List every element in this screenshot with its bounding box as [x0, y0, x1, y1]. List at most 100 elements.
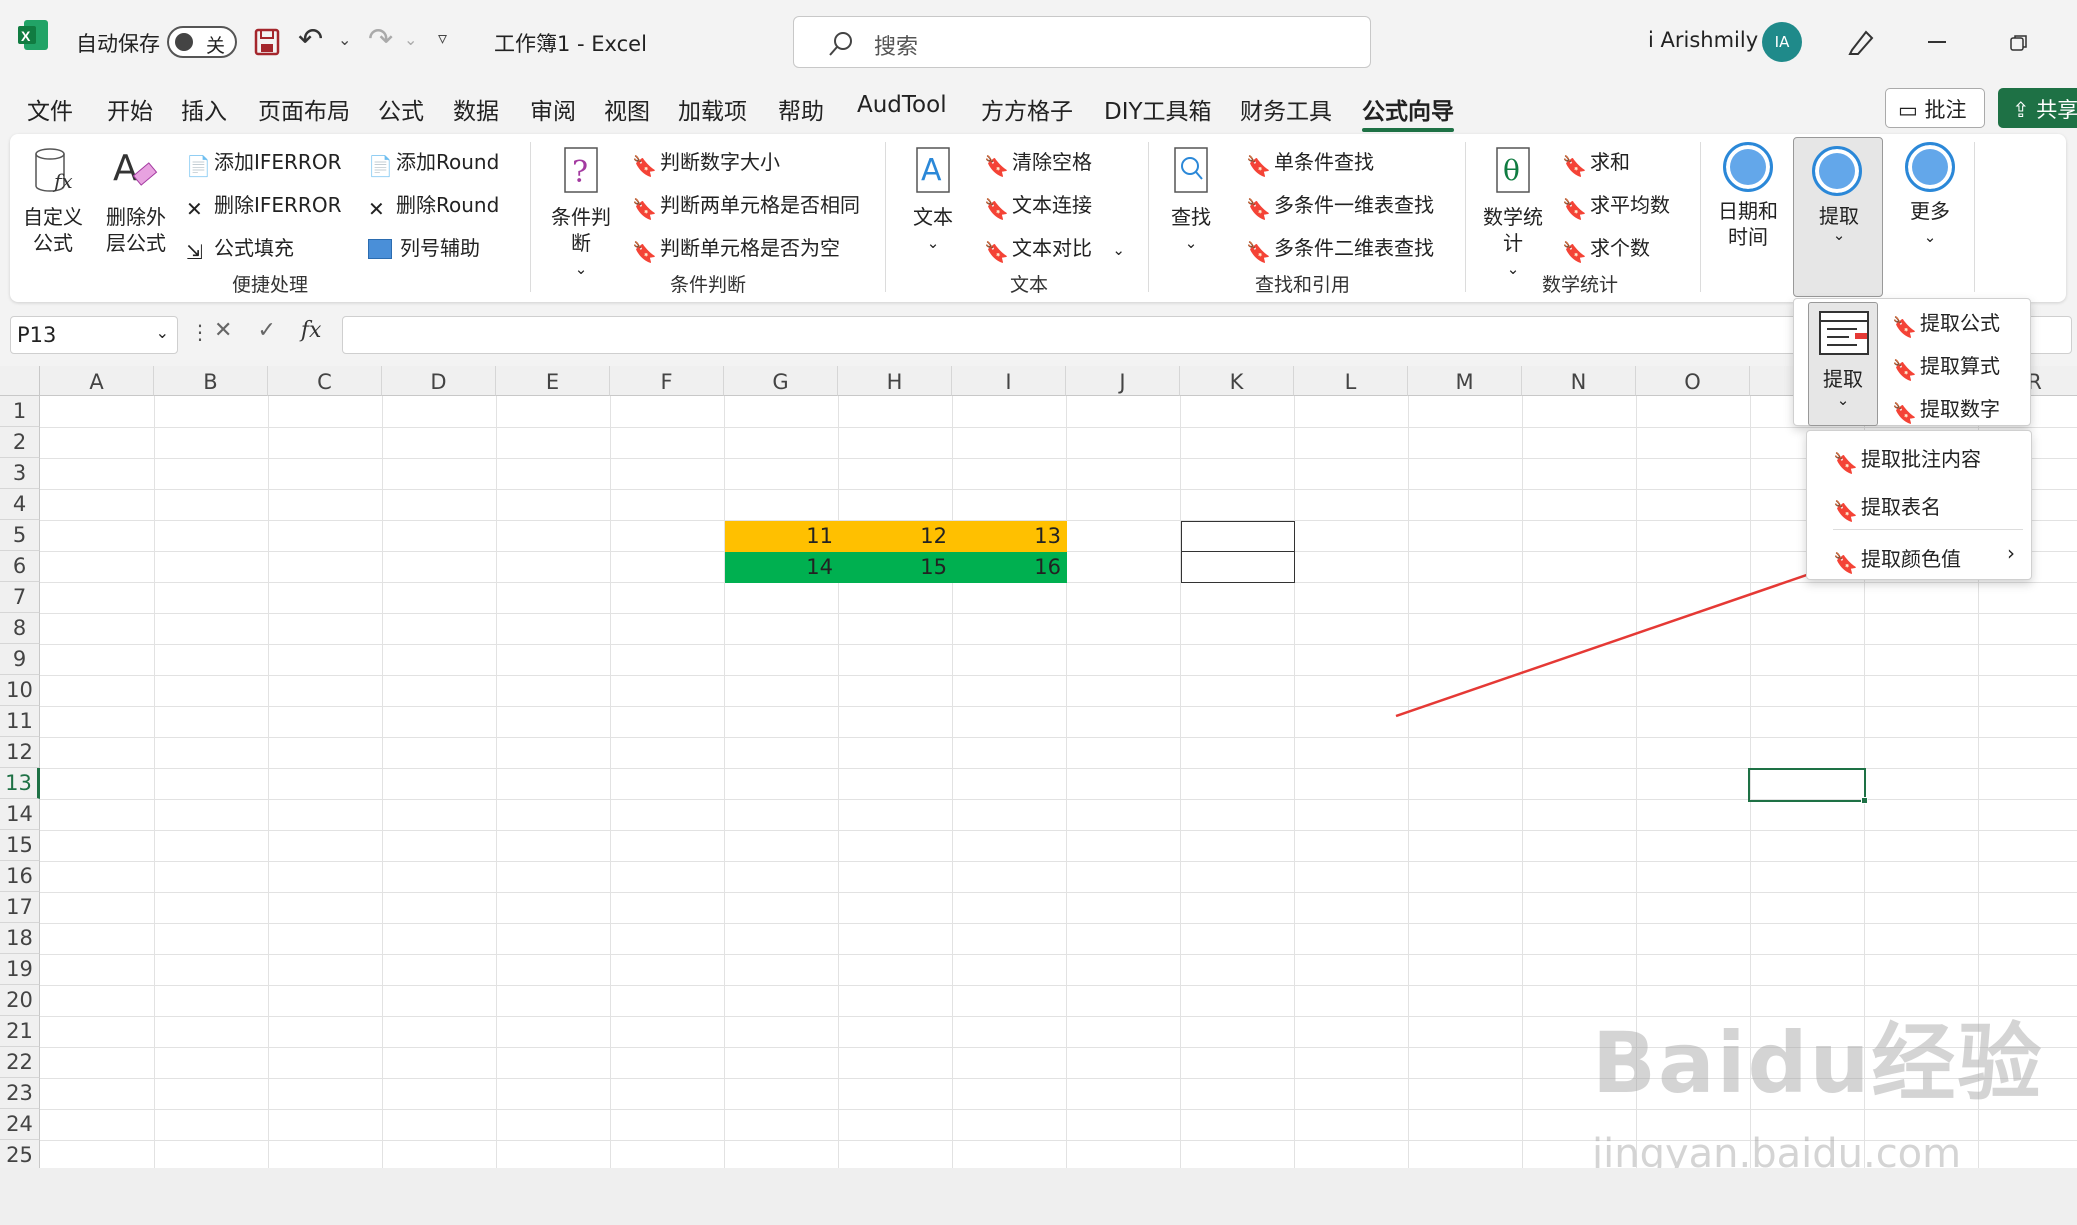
row-header[interactable]: 11	[0, 706, 40, 737]
confirm-icon[interactable]: ✓	[257, 318, 275, 343]
remove-iferror-button[interactable]: ✕ 删除IFERROR	[186, 189, 341, 221]
remove-round-button[interactable]: ✕ 删除Round	[368, 189, 499, 221]
column-header[interactable]: K	[1180, 366, 1294, 396]
tab-view[interactable]: 视图	[604, 92, 650, 126]
save-icon[interactable]	[254, 28, 280, 56]
clear-space-button[interactable]: 🔖 清除空格	[984, 146, 1092, 178]
restore-icon[interactable]	[2010, 34, 2028, 52]
multi-two-lookup-button[interactable]: 🔖 多条件二维表查找	[1246, 232, 1434, 264]
column-header[interactable]: J	[1066, 366, 1180, 396]
column-header[interactable]: C	[268, 366, 382, 396]
custom-formula-button[interactable]: fx 自定义公式	[23, 146, 83, 256]
column-header[interactable]: E	[496, 366, 610, 396]
undo-icon[interactable]: ↶	[298, 22, 323, 57]
avatar[interactable]: IA	[1762, 22, 1802, 62]
column-header[interactable]: O	[1636, 366, 1750, 396]
cell-G5[interactable]: 11	[725, 524, 839, 548]
condition-button[interactable]: ? 条件判断 ⌄	[548, 146, 614, 282]
row-header[interactable]: 23	[0, 1078, 40, 1109]
worksheet-grid[interactable]: ABCDEFGHIJKLMNOPQR 123456789101112131415…	[0, 366, 2077, 1168]
undo-dropdown-icon[interactable]: ⌄	[338, 30, 351, 49]
column-helper-button[interactable]: 列号辅助	[368, 232, 480, 261]
share-button[interactable]: ⇪ 共享	[1998, 88, 2077, 128]
column-header[interactable]: N	[1522, 366, 1636, 396]
autosave-toggle[interactable]: 关	[167, 26, 237, 58]
judge-empty-button[interactable]: 🔖 判断单元格是否为空	[632, 232, 840, 264]
datetime-button[interactable]: 日期和时间	[1712, 142, 1784, 250]
text-compare-button[interactable]: 🔖 文本对比 ⌄	[984, 232, 1125, 264]
cell-H6[interactable]: 15	[839, 555, 953, 579]
insert-function-icon[interactable]: fx	[301, 318, 322, 343]
select-all-corner[interactable]	[0, 366, 40, 396]
name-box[interactable]: P13 ⌄	[10, 316, 178, 354]
chevron-right-icon[interactable]: ›	[2007, 541, 2015, 565]
extract-number-item[interactable]: 🔖 提取数字	[1892, 393, 2000, 425]
row-header[interactable]: 24	[0, 1109, 40, 1140]
multi-one-lookup-button[interactable]: 🔖 多条件一维表查找	[1246, 189, 1434, 221]
redo-icon[interactable]: ↷	[368, 22, 393, 57]
row-header[interactable]: 1	[0, 396, 40, 427]
tab-file[interactable]: 文件	[27, 92, 73, 126]
cancel-icon[interactable]: ✕	[214, 318, 232, 343]
math-stats-button[interactable]: θ 数学统计 ⌄	[1480, 146, 1546, 282]
row-header[interactable]: 20	[0, 985, 40, 1016]
column-header[interactable]: G	[724, 366, 838, 396]
row-header[interactable]: 9	[0, 644, 40, 675]
row-header[interactable]: 4	[0, 489, 40, 520]
cell-K6[interactable]	[1181, 552, 1295, 583]
extract-ribbon-button[interactable]: 提取 ⌄	[1793, 137, 1883, 297]
cell-I6[interactable]: 16	[953, 555, 1067, 579]
cell-H5[interactable]: 12	[839, 524, 953, 548]
lookup-button[interactable]: 查找 ⌄	[1166, 146, 1216, 256]
text-button[interactable]: A 文本 ⌄	[908, 146, 958, 256]
row-header[interactable]: 5	[0, 520, 40, 551]
search-box[interactable]: 搜索	[793, 16, 1371, 68]
selected-cell[interactable]	[1748, 768, 1866, 802]
row-header[interactable]: 19	[0, 954, 40, 985]
column-header[interactable]: I	[952, 366, 1066, 396]
row-header[interactable]: 22	[0, 1047, 40, 1078]
minimize-icon[interactable]	[1928, 41, 1946, 43]
extract-comment-item[interactable]: 🔖 提取批注内容	[1833, 443, 1981, 475]
add-iferror-button[interactable]: 📄 添加IFERROR	[186, 146, 341, 178]
row-header[interactable]: 15	[0, 830, 40, 861]
row-header[interactable]: 13	[0, 768, 40, 799]
row-header[interactable]: 12	[0, 737, 40, 768]
tab-addins[interactable]: 加载项	[678, 92, 747, 126]
column-header[interactable]: L	[1294, 366, 1408, 396]
more-options-icon[interactable]: ⋮	[190, 320, 210, 344]
tab-insert[interactable]: 插入	[181, 92, 227, 126]
count-button[interactable]: 🔖 求个数	[1562, 232, 1650, 264]
extract-formula-item[interactable]: 🔖 提取公式	[1892, 307, 2000, 339]
comment-button[interactable]: ▭ 批注	[1885, 88, 1985, 128]
extract-submenu-button[interactable]: 提取 ⌄	[1808, 302, 1878, 426]
more-button[interactable]: 更多 ⌄	[1900, 142, 1960, 250]
delete-outer-formula-button[interactable]: A 删除外层公式	[106, 146, 166, 256]
tab-finance[interactable]: 财务工具	[1240, 92, 1332, 126]
tab-fangfang[interactable]: 方方格子	[981, 92, 1073, 126]
fill-handle[interactable]	[1861, 797, 1868, 804]
extract-color-item[interactable]: 🔖 提取颜色值	[1833, 543, 1961, 575]
row-header[interactable]: 10	[0, 675, 40, 706]
cell-G6[interactable]: 14	[725, 555, 839, 579]
chevron-down-icon[interactable]: ⌄	[156, 323, 169, 342]
column-header[interactable]: F	[610, 366, 724, 396]
row-header[interactable]: 2	[0, 427, 40, 458]
judge-two-same-button[interactable]: 🔖 判断两单元格是否相同	[632, 189, 860, 221]
row-header[interactable]: 7	[0, 582, 40, 613]
chevron-down-icon[interactable]: ⌄	[1112, 241, 1125, 259]
pen-icon[interactable]	[1846, 26, 1876, 56]
column-header[interactable]: H	[838, 366, 952, 396]
row-header[interactable]: 18	[0, 923, 40, 954]
extract-sheet-name-item[interactable]: 🔖 提取表名	[1833, 491, 1941, 523]
row-header[interactable]: 8	[0, 613, 40, 644]
user-name[interactable]: i Arishmily	[1648, 28, 1758, 52]
customize-qat-icon[interactable]: ▿	[438, 28, 447, 49]
column-header[interactable]: D	[382, 366, 496, 396]
tab-diy[interactable]: DIY工具箱	[1104, 92, 1212, 126]
tab-audtool[interactable]: AudTool	[857, 92, 947, 118]
row-header[interactable]: 3	[0, 458, 40, 489]
add-round-button[interactable]: 📄 添加Round	[368, 146, 499, 178]
row-header[interactable]: 16	[0, 861, 40, 892]
row-header[interactable]: 14	[0, 799, 40, 830]
